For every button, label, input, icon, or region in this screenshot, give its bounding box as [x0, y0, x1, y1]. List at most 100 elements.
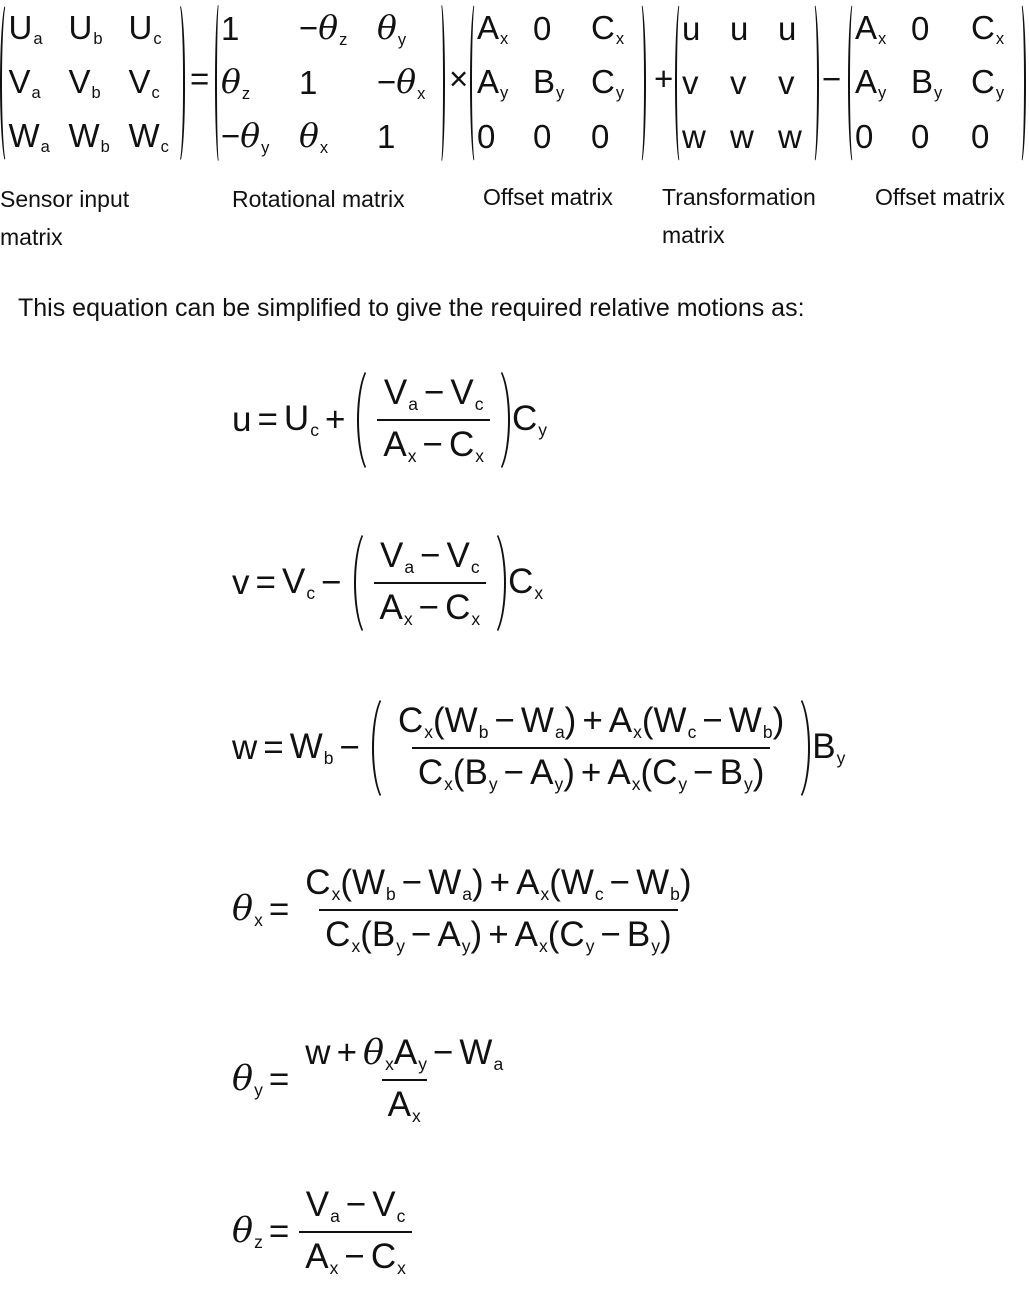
- math-token: Cx: [971, 8, 1005, 49]
- subscript: a: [462, 884, 472, 904]
- matrix-cell: 0: [533, 118, 591, 156]
- math-token: 0: [911, 10, 930, 47]
- matrix-cell: −θx: [377, 62, 439, 104]
- denominator: Cx(By − Ay) + Ax(Cy − By): [319, 909, 678, 957]
- math-token: Wb: [728, 700, 773, 742]
- math-token: Ay: [437, 915, 471, 957]
- subscript: x: [475, 446, 484, 467]
- math-token: w: [778, 118, 802, 155]
- math-token: w: [232, 728, 258, 767]
- subscript: y: [461, 936, 471, 957]
- matrix-operator: ×: [449, 60, 469, 97]
- math-token: Va: [8, 62, 41, 103]
- matrix-cell: 0: [911, 10, 971, 48]
- matrix-cell: Wc: [129, 117, 177, 158]
- left-parenthesis: [371, 692, 388, 804]
- matrix-cell: −θz: [299, 8, 377, 50]
- math-token: 0: [477, 118, 496, 155]
- subscript: x: [878, 30, 887, 49]
- math-token: −: [609, 862, 631, 902]
- math-token: Ax: [516, 862, 550, 904]
- matrix-cell: Ay: [477, 63, 533, 104]
- subscript: x: [351, 936, 361, 957]
- denominator: Ax: [381, 1079, 427, 1127]
- math-token: Cx: [370, 1237, 406, 1279]
- math-token: Wa: [8, 116, 50, 157]
- matrix-cell: Wa: [9, 117, 69, 158]
- math-token: −: [702, 700, 723, 740]
- numerator: Cx(Wb − Wa) + Ax(Wc − Wb): [299, 863, 697, 909]
- math-token: ): [752, 753, 765, 792]
- subscript: x: [444, 774, 453, 795]
- subscript: a: [31, 84, 41, 103]
- subscript: a: [33, 30, 43, 49]
- right-parenthesis: [641, 2, 646, 164]
- math-token: Ax: [514, 915, 548, 957]
- matrix-cell: 0: [855, 118, 911, 156]
- math-token: Va: [305, 1184, 340, 1226]
- math-token: Cy: [971, 62, 1005, 103]
- subscript: c: [306, 583, 316, 604]
- math-token: Vc: [128, 62, 160, 103]
- matrix-operator: +: [654, 60, 674, 97]
- subscript: z: [339, 30, 348, 49]
- right-parenthesis: [490, 527, 507, 639]
- numerator: w + θxAy − Wa: [299, 1033, 509, 1079]
- right-parenthesis: [179, 2, 185, 164]
- matrix-label: Sensor input matrix: [0, 186, 130, 250]
- matrix-cell: v: [682, 64, 730, 102]
- subscript: a: [554, 722, 565, 742]
- math-token: −: [503, 753, 525, 792]
- math-token: Cx: [417, 753, 453, 795]
- right-parenthesis: [441, 2, 445, 164]
- matrix-entries: Ax 0 Cx Ay By Cy 0 0 0: [475, 2, 641, 164]
- math-token: Cx: [591, 8, 625, 49]
- matrix-cell: 0: [591, 118, 639, 156]
- matrix-cell: Ua: [9, 9, 69, 50]
- math-token: Ay: [855, 62, 887, 103]
- math-token: −: [422, 425, 443, 464]
- math-token: −: [418, 588, 440, 627]
- math-token: Ax: [855, 8, 887, 49]
- subscript: y: [651, 936, 660, 957]
- math-token: Uc: [128, 8, 162, 49]
- subscript: a: [40, 138, 50, 157]
- right-parenthesis: [794, 692, 811, 804]
- math-token: −θy: [221, 116, 270, 157]
- fraction: Va − Vc Ax − Cx: [377, 373, 490, 467]
- matrix-cell: By: [911, 63, 971, 104]
- matrix-cell: v: [778, 64, 812, 102]
- math-token: Cy: [559, 915, 595, 957]
- subscript: x: [534, 583, 544, 604]
- math-token: ): [470, 915, 483, 954]
- math-token: −: [344, 1237, 365, 1276]
- subscript: y: [261, 138, 270, 157]
- subscript: x: [539, 936, 548, 957]
- math-token: (: [452, 753, 465, 792]
- subscript: y: [488, 774, 498, 795]
- math-token: Va: [379, 535, 415, 577]
- matrix-cell: v: [730, 64, 778, 102]
- math-token: θz: [232, 1210, 263, 1253]
- math-token: θz: [221, 62, 251, 103]
- math-token: −: [420, 535, 441, 575]
- math-token: −θx: [377, 62, 426, 103]
- math-token: w: [305, 1032, 331, 1072]
- subscript: y: [878, 84, 887, 103]
- math-token: =: [268, 890, 290, 929]
- subscript: y: [615, 84, 625, 103]
- subscript: a: [493, 1054, 504, 1074]
- math-token: −: [494, 700, 515, 740]
- subscript: c: [153, 30, 162, 49]
- math-token: Vc: [450, 372, 484, 414]
- subscript: x: [397, 1258, 406, 1279]
- math-token: (: [433, 700, 445, 740]
- subscript: c: [687, 722, 697, 742]
- matrix-cell: 0: [477, 118, 533, 156]
- math-token: θx: [363, 1032, 394, 1074]
- math-token: Wb: [444, 700, 489, 742]
- math-token: 0: [533, 118, 552, 155]
- math-token: Ax: [607, 753, 641, 795]
- math-token: 0: [971, 118, 990, 155]
- math-token: =: [263, 728, 284, 767]
